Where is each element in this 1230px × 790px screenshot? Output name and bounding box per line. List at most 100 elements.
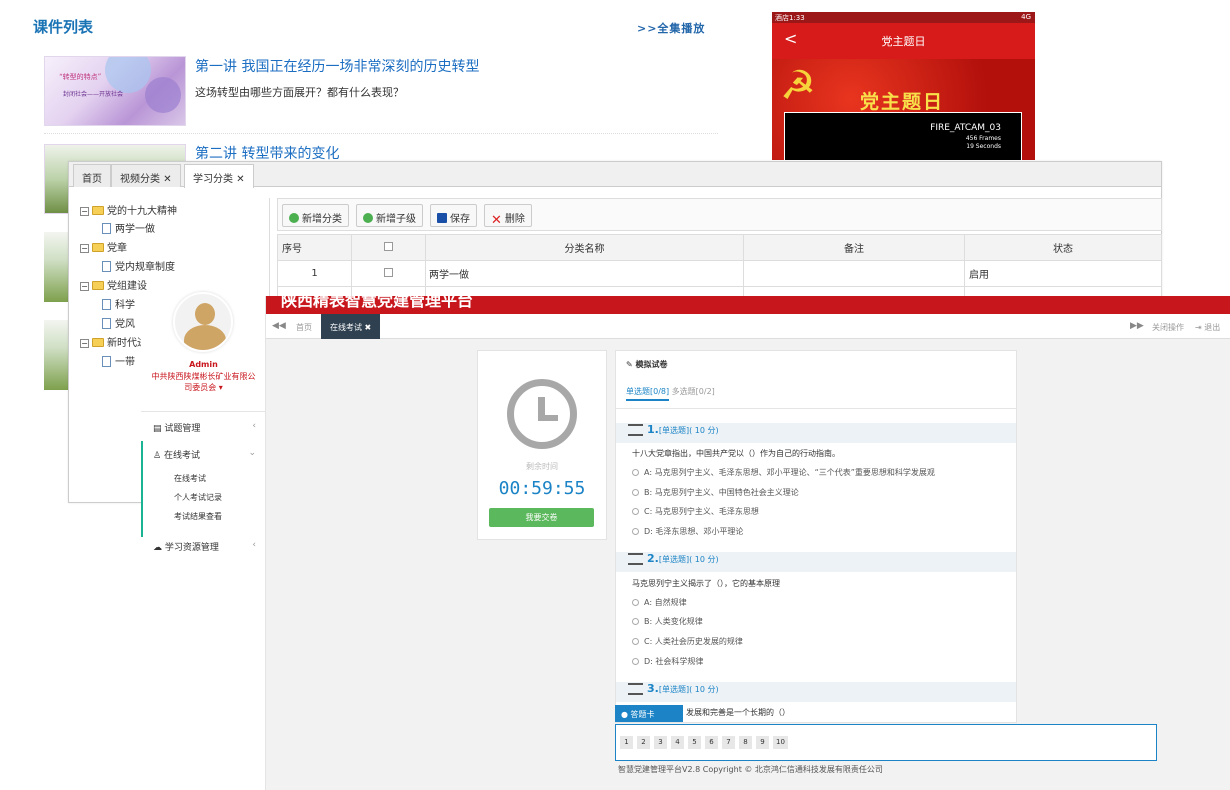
file-icon (102, 318, 111, 329)
scroll-right-icon[interactable]: ▶▶ (1130, 321, 1144, 331)
play-all-link[interactable]: >>全集播放 (637, 20, 705, 36)
user-name: Admin (189, 360, 218, 369)
course-list-title: 课件列表 (33, 18, 94, 36)
tab-online-exam[interactable]: 在线考试 ✖ (321, 314, 381, 339)
question-number-button[interactable]: 9 (756, 736, 769, 749)
phone-nav-bar: < 党主题日 (772, 23, 1035, 59)
select-all-checkbox[interactable] (384, 241, 393, 251)
avatar[interactable] (173, 292, 233, 352)
scroll-left-icon[interactable]: ◀◀ (272, 321, 286, 331)
row-checkbox[interactable] (384, 267, 393, 277)
tree-node[interactable]: − 党组建设 (80, 277, 147, 292)
question-number-button[interactable]: 6 (705, 736, 718, 749)
question-number-button[interactable]: 5 (688, 736, 701, 749)
option-radio[interactable]: A: 自然规律 (632, 597, 687, 608)
tree-leaf[interactable]: 科学 (102, 296, 135, 311)
tab-home[interactable]: 首页 (296, 322, 312, 333)
folder-icon (92, 206, 104, 215)
menu-question-management[interactable]: ▤ 试题管理 ‹ (141, 421, 266, 434)
tree-leaf[interactable]: 两学一做 (102, 220, 155, 235)
tab-video-category[interactable]: 视频分类 ✕ (111, 164, 181, 187)
question-number-button[interactable]: 2 (637, 736, 650, 749)
question-number-button[interactable]: 3 (654, 736, 667, 749)
option-radio[interactable]: D: 毛泽东思想、邓小平理论 (632, 526, 743, 537)
submenu-online-exam[interactable]: 在线考试 (174, 473, 206, 484)
question-icon (628, 553, 643, 565)
radio-icon (632, 508, 639, 515)
exam-icon: ♙ (153, 451, 162, 461)
option-radio[interactable]: C: 人类社会历史发展的规律 (632, 636, 743, 647)
col-name: 分类名称 (425, 234, 744, 261)
question-type-tabs: 单选题[0/8] 多选题[0/2] (626, 386, 715, 401)
question-header: 2.[单选题]( 10 分) (616, 552, 1016, 572)
question-number-button[interactable]: 10 (773, 736, 788, 749)
cloud-icon: ☁ (153, 543, 162, 553)
option-radio[interactable]: B: 马克思列宁主义、中国特色社会主义理论 (632, 487, 799, 498)
tree-leaf[interactable]: 党内规章制度 (102, 258, 175, 273)
tree-node[interactable]: − 新时代进 (80, 334, 147, 349)
course-thumbnail[interactable]: “转型的特点” 封闭社会——开放社会 (44, 56, 186, 126)
question-number-button[interactable]: 7 (722, 736, 735, 749)
tree-leaf[interactable]: 党风 (102, 315, 135, 330)
add-child-button[interactable]: 新增子级 (356, 204, 423, 227)
chevron-left-icon: ‹ (252, 421, 256, 431)
menu-online-exam[interactable]: ♙ 在线考试 ⌄ (141, 448, 266, 461)
option-radio[interactable]: D: 社会科学规律 (632, 656, 703, 667)
timer-label: 剩余时间 (526, 462, 558, 471)
question-number-button[interactable]: 8 (739, 736, 752, 749)
col-index: 序号 (277, 234, 352, 261)
answer-card-header[interactable]: ● 答题卡 (615, 705, 683, 722)
file-icon (102, 223, 111, 234)
tab-study-category[interactable]: 学习分类 ✕ (184, 164, 254, 188)
tab-single-choice[interactable]: 单选题[0/8] (626, 387, 670, 401)
cell-status: 启用 (964, 260, 1162, 287)
radio-icon (632, 658, 639, 665)
submenu-exam-records[interactable]: 个人考试记录 (174, 492, 222, 503)
add-category-button[interactable]: 新增分类 (282, 204, 349, 227)
tab-home[interactable]: 首页 (73, 164, 111, 187)
status-signal: 4G (1021, 13, 1031, 21)
timer-card: 剩余时间 00:59:55 我要交卷 (477, 350, 607, 540)
add-icon (363, 213, 373, 223)
video-player[interactable]: FIRE_ATCAM_03 456 Frames 19 Seconds (784, 112, 1022, 160)
table-row[interactable]: 1 两学一做 启用 (277, 260, 1162, 287)
timer-value: 00:59:55 (498, 478, 586, 499)
circle-icon: ● (621, 710, 628, 719)
exam-platform-window: 陕西精表智慧党建管理平台 Admin 中共陕西陕煤彬长矿业有限公司委员会 ▾ ▤… (141, 292, 1230, 790)
question-header: 1.[单选题]( 10 分) (616, 423, 1016, 443)
close-operations-button[interactable]: 关闭操作 (1152, 322, 1184, 333)
course-title-link[interactable]: 第一讲 我国正在经历一场非常深刻的历史转型 (195, 56, 479, 76)
course-thumbnail[interactable] (44, 320, 68, 390)
option-radio[interactable]: B: 人类变化规律 (632, 616, 703, 627)
tree-node[interactable]: − 党章 (80, 239, 127, 254)
question-number-button[interactable]: 1 (620, 736, 633, 749)
divider (44, 133, 718, 134)
course-thumbnail[interactable] (44, 232, 68, 302)
folder-icon (92, 281, 104, 290)
submit-exam-button[interactable]: 我要交卷 (489, 508, 594, 527)
radio-icon (632, 638, 639, 645)
tree-node[interactable]: − 党的十九大精神 (80, 202, 177, 217)
phone-nav-title: 党主题日 (881, 35, 926, 48)
question-number-button[interactable]: 4 (671, 736, 684, 749)
divider (141, 411, 266, 412)
close-icon[interactable]: ✕ (236, 174, 244, 185)
user-org-dropdown[interactable]: 中共陕西陕煤彬长矿业有限公司委员会 ▾ (151, 371, 256, 393)
save-icon (437, 213, 447, 223)
tab-multi-choice[interactable]: 多选题[0/2] (672, 387, 715, 396)
delete-button[interactable]: ✕ 删除 (484, 204, 532, 228)
save-button[interactable]: 保存 (430, 204, 477, 227)
submenu-exam-results[interactable]: 考试结果查看 (174, 511, 222, 522)
chevron-left-icon: ‹ (252, 540, 256, 550)
radio-icon (632, 469, 639, 476)
tree-leaf[interactable]: 一带 (102, 353, 135, 368)
phone-status-bar: 酒店1:33 4G (772, 12, 1035, 23)
option-radio[interactable]: A: 马克思列宁主义、毛泽东思想、邓小平理论、“三个代表”重要思想和科学发展观 (632, 467, 935, 478)
course-title-link[interactable]: 第二讲 转型带来的变化 (195, 143, 339, 163)
col-status: 状态 (964, 234, 1162, 261)
close-icon[interactable]: ✕ (163, 174, 171, 185)
menu-learning-resources[interactable]: ☁ 学习资源管理 ‹ (141, 540, 266, 553)
option-radio[interactable]: C: 马克思列宁主义、毛泽东思想 (632, 506, 759, 517)
status-time: 酒店1:33 (775, 14, 805, 22)
exit-button[interactable]: ⇥ 退出 (1195, 322, 1220, 333)
